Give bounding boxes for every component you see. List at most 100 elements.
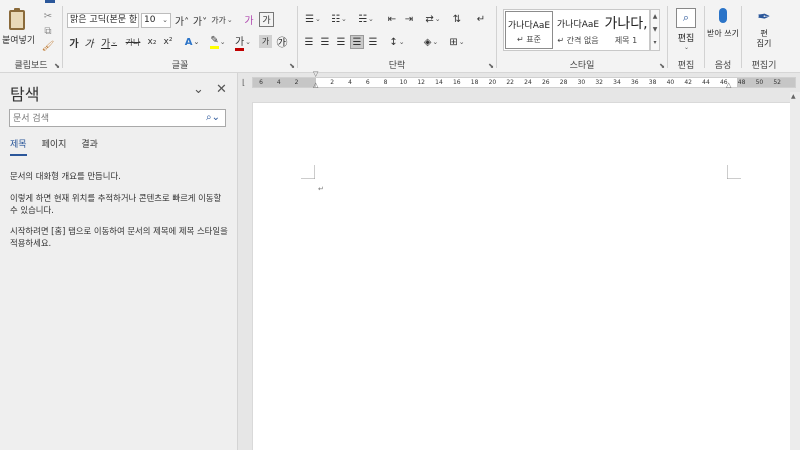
highlight-button[interactable]: ✎ ⌄ (207, 35, 229, 49)
document-area: ⌊ 6 4 2 2 4 6 8 10 12 14 16 18 20 22 24 26 28 30 32 34 36 38 4… (238, 70, 800, 450)
text-direction-button[interactable]: ⇄ ⌄ (422, 12, 444, 26)
ruler-number: 40 (666, 79, 675, 86)
text-direction-icon: ⇄ (425, 13, 434, 25)
bullet-list-icon: ☰ (305, 13, 315, 25)
tab-pages[interactable]: 페이지 (42, 137, 67, 156)
paint-bucket-icon: ◈ (423, 36, 432, 48)
cut-icon[interactable]: ✂ (42, 10, 54, 22)
clear-formatting-button[interactable]: 가 (242, 12, 256, 27)
search-icon[interactable]: ⌕⌄ (206, 112, 220, 123)
align-center-icon[interactable]: ☰ (318, 35, 332, 49)
scroll-up-icon[interactable]: ▲ (791, 93, 796, 100)
shading-button[interactable]: ◈ ⌄ (420, 35, 442, 49)
info-text-1: 문서의 대화형 개요를 만듭니다. (10, 171, 121, 181)
subscript-button[interactable]: x₂ (145, 35, 159, 49)
strikethrough-button[interactable]: 가나 (124, 35, 142, 49)
sort-icon[interactable]: ⇅ (450, 12, 464, 26)
tab-results[interactable]: 결과 (81, 137, 98, 156)
chevron-down-icon: ⌄ (458, 38, 465, 46)
italic-button[interactable]: 가 (83, 35, 95, 50)
editor-pen-icon: ✒ (757, 7, 771, 26)
copy-icon[interactable]: ⧉ (42, 25, 54, 37)
line-spacing-icon: ↕ (389, 36, 398, 48)
paragraph-launcher-icon[interactable]: ⬊ (488, 62, 494, 70)
align-left-icon[interactable]: ☰ (302, 35, 316, 49)
ruler-number: 38 (648, 79, 657, 86)
ruler-number: 8 (383, 79, 388, 86)
first-line-indent-icon[interactable]: ▽ (313, 70, 318, 78)
underline-button[interactable]: 가 ⌄ (98, 35, 120, 50)
superscript-button[interactable]: x² (161, 35, 175, 49)
phonetic-guide-button[interactable]: 가 (259, 12, 274, 27)
ruler-number: 12 (417, 79, 426, 86)
align-right-icon[interactable]: ☰ (334, 35, 348, 49)
multilevel-list-button[interactable]: ☵ ⌄ (354, 12, 378, 26)
bold-button[interactable]: 가 (68, 35, 80, 50)
grow-font-button[interactable]: 가˄ (174, 13, 190, 28)
line-spacing-button[interactable]: ↕ ⌄ (386, 35, 408, 49)
editor-button[interactable]: ✒ 편 집기 (748, 8, 780, 54)
numbering-button[interactable]: ☷ ⌄ (328, 12, 350, 26)
dictate-button[interactable]: 받아 쓰기 (707, 8, 739, 54)
ruler-number: 18 (470, 79, 479, 86)
shrink-font-button[interactable]: 가˅ (192, 13, 208, 28)
font-launcher-icon[interactable]: ⬊ (289, 62, 295, 70)
ruler-number: 4 (276, 79, 281, 86)
ruler-number: 20 (488, 79, 497, 86)
navigation-pane: 탐색 ⌄ ✕ ⌕⌄ 제목 페이지 결과 문서의 대화형 개요를 만듭니다. 이렇… (0, 73, 238, 450)
info-text-2: 이렇게 하면 현재 위치를 추적하거나 콘텐츠로 빠르게 이동할 수 있습니다. (10, 193, 222, 215)
change-case-button[interactable]: 가가 ⌄ (211, 13, 233, 27)
enclose-characters-button[interactable]: ㉮ (275, 35, 289, 49)
horizontal-ruler[interactable]: 6 4 2 2 4 6 8 10 12 14 16 18 20 22 24 26 28 30 32 34 36 38 40 4… (252, 77, 796, 88)
distributed-icon[interactable]: ☰ (366, 35, 380, 49)
styles-launcher-icon[interactable]: ⬊ (659, 62, 665, 70)
format-painter-icon[interactable]: 🖌 (42, 40, 55, 52)
chevron-down-icon: ⌄ (111, 38, 118, 46)
ruler-number: 6 (365, 79, 370, 86)
chevron-down-icon: ⌄ (398, 38, 405, 46)
microphone-icon (719, 8, 727, 23)
ruler-number: 26 (541, 79, 550, 86)
editing-button[interactable]: ⌕ 편집 ⌄ (672, 8, 700, 52)
ruler-number: 22 (506, 79, 515, 86)
chevron-down-icon: ⌄ (368, 15, 374, 23)
chevron-down-icon[interactable]: ⌄ (193, 82, 204, 97)
vertical-scrollbar[interactable]: ▲ (790, 92, 800, 450)
font-size-select[interactable]: 10 ⌄ (141, 13, 171, 28)
editor-group: ✒ 편 집기 편집기 (742, 0, 786, 73)
font-color-button[interactable]: 가 ⌄ (232, 35, 254, 51)
highlighter-icon: ✎ (210, 35, 219, 49)
paste-button[interactable]: 붙여넣기 (0, 0, 37, 58)
hanging-indent-icon[interactable]: △ (313, 81, 318, 89)
close-icon[interactable]: ✕ (216, 82, 227, 97)
borders-button[interactable]: ⊞ ⌄ (446, 35, 468, 49)
ruler-number: 4 (348, 79, 352, 86)
clipboard-launcher-icon[interactable]: ⬊ (54, 62, 60, 70)
search-input[interactable] (13, 112, 203, 125)
tab-selector[interactable]: ⌊ (242, 78, 245, 87)
navigation-tabs: 제목 페이지 결과 (10, 137, 98, 156)
ruler-number: 30 (577, 79, 586, 86)
text-effects-button[interactable]: A ⌄ (181, 35, 203, 49)
document-search-box[interactable]: ⌕⌄ (9, 109, 226, 127)
borders-icon: ⊞ (449, 36, 458, 48)
decrease-indent-icon[interactable]: ⇤ (385, 12, 399, 26)
bullets-button[interactable]: ☰ ⌄ (302, 12, 324, 26)
ruler-number: 42 (684, 79, 693, 86)
chevron-down-icon: ⌄ (130, 16, 136, 24)
ruler-number: 6 (259, 79, 263, 86)
tab-headings[interactable]: 제목 (10, 137, 27, 156)
font-name-select[interactable]: 맑은 고딕(본문 한 ⌄ (67, 13, 139, 28)
ruler-number: 14 (435, 79, 443, 86)
increase-indent-icon[interactable]: ⇥ (402, 12, 416, 26)
justify-icon[interactable]: ☰ (350, 35, 364, 49)
ruler-number: 50 (755, 79, 764, 86)
show-marks-icon[interactable]: ↵ (474, 12, 488, 26)
ribbon: 붙여넣기 ✂ ⧉ 🖌 클립보드 ⬊ 맑은 고딕(본문 한 ⌄ 10 ⌄ 가˄ 가˅ … (0, 0, 800, 73)
document-page[interactable]: ↵ (252, 102, 794, 450)
ruler-number: 48 (737, 79, 746, 86)
paragraph-group: ☰ ⌄ ☷ ⌄ ☵ ⌄ ⇤ ⇥ ⇄ ⌄ ⇅ ↵ ☰ ☰ ☰ ☰ ☰ ↕ ⌄ ◈ ⌄ ⊞ ⌄ 단… (298, 0, 496, 73)
right-indent-icon[interactable]: △ (726, 81, 731, 89)
ruler-number: 16 (452, 79, 461, 86)
character-shading-button[interactable]: 가 (259, 35, 272, 48)
